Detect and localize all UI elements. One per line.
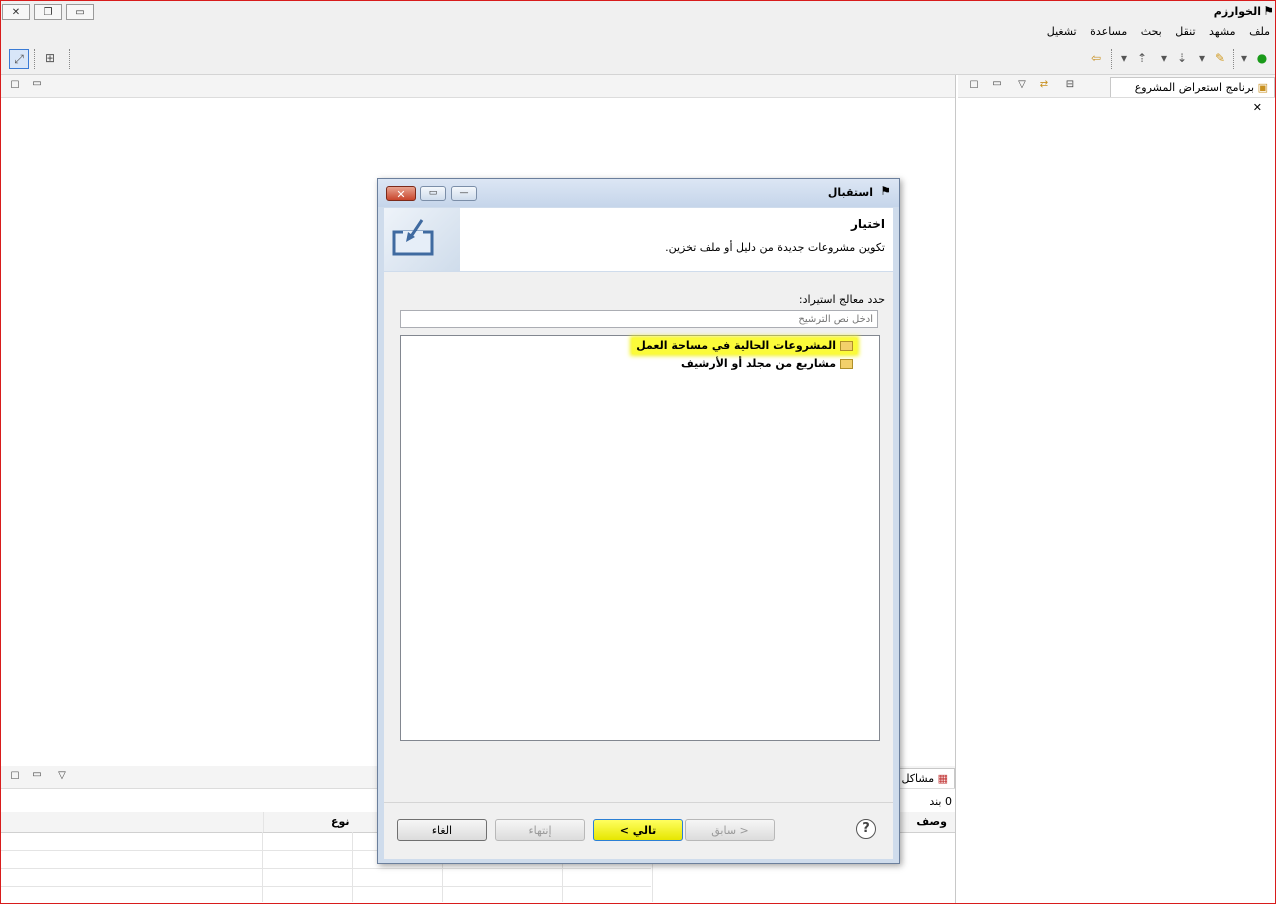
import-banner-icon [384,208,460,271]
menu-file[interactable]: ملف [1244,23,1275,40]
minimize-icon[interactable]: ▭ [31,78,43,90]
title-bar: ✕ ❐ ▭ الخوارزم ⚑ [1,1,1275,23]
previous-annotation-icon[interactable]: ⇡ [1133,49,1151,67]
view-menu-icon[interactable]: ▽ [56,770,68,782]
grid-line [1,868,651,869]
dialog-title: استقبال [827,186,873,199]
toolbar-separator [1233,49,1235,69]
maximize-icon[interactable]: ☐ [9,80,21,92]
finish-button[interactable]: إنتهاء [495,819,585,841]
window-restore-button[interactable]: ❐ [34,4,62,20]
grid-line [352,832,353,902]
run-icon[interactable]: ● [1253,49,1271,67]
previous-dropdown-icon[interactable]: ▾ [1119,49,1129,67]
tool-icon[interactable]: ✎ [1211,49,1229,67]
dialog-body: حدد معالج استيراد: المشروعات الحالية في … [384,272,893,859]
wizard-tree[interactable]: المشروعات الحالية في مساحة العمل مشاريع … [400,335,880,741]
banner-description: تكوين مشروعات جديدة من دليل أو ملف تخزين… [665,241,885,254]
folder-icon [840,359,853,369]
close-icon[interactable]: ✕ [1253,101,1262,114]
dialog-icon: ⚑ [880,184,891,198]
folder-open-icon [840,341,853,351]
grid-line [262,832,263,902]
tab-label: مشاكل [901,772,935,785]
menu-bar: ملف مشهد تنقل بحث مساعدة تشغيل [1,23,1275,41]
problems-icon: ▦ [937,772,948,785]
minimize-icon[interactable]: ▭ [31,769,43,781]
editor-area-header: ☐ ▭ [1,75,955,98]
dialog-close-button[interactable]: ✕ [386,186,416,201]
perspective-icon[interactable]: ⤢ [9,49,29,69]
toolbar-separator [1111,49,1113,69]
minimize-icon[interactable]: ▭ [991,78,1003,90]
tree-item-folder-archive[interactable]: مشاريع من مجلد أو الأرشيف [677,356,857,372]
toolbar-separator [34,49,36,69]
column-type[interactable]: نوع [331,815,350,828]
window-close-button[interactable]: ✕ [2,4,30,20]
project-explorer-header: ☐ ▭ ▽ ⇄ ⊟ ▣ برنامج استعراض المشروع ✕ [958,75,1275,114]
help-icon[interactable]: ? [856,819,876,839]
open-perspective-icon[interactable]: ⊞ [41,49,59,67]
tree-item-label: المشروعات الحالية في مساحة العمل [636,339,836,352]
view-menu-icon[interactable]: ▽ [1016,79,1028,91]
tree-item-existing-projects[interactable]: المشروعات الحالية في مساحة العمل [632,338,857,354]
window-minimize-button[interactable]: ▭ [66,4,94,20]
dialog-minimize-button[interactable]: — [451,186,477,201]
menu-run[interactable]: تشغيل [1042,23,1082,40]
problems-count: 0 بند [929,795,952,808]
filter-input[interactable] [400,310,878,328]
app-icon: ⚑ [1263,4,1274,18]
grid-line [1,886,651,887]
link-editor-icon[interactable]: ⇄ [1038,79,1050,91]
next-dropdown-icon[interactable]: ▾ [1159,49,1169,67]
import-dialog: ✕ ▭ — استقبال ⚑ اختيار تكوين مشروعات جدي… [377,178,900,864]
dialog-maximize-button[interactable]: ▭ [420,186,446,201]
folder-icon: ▣ [1257,81,1268,94]
maximize-icon[interactable]: ☐ [9,771,21,783]
tab-project-explorer[interactable]: ▣ برنامج استعراض المشروع ✕ [1110,77,1275,114]
menu-navigate[interactable]: تنقل [1170,23,1200,40]
wizard-select-label: حدد معالج استيراد: [798,293,885,306]
toolbar-separator [69,49,71,69]
tab-problems[interactable]: ▦ مشاكل [891,768,955,788]
menu-search[interactable]: بحث [1136,23,1167,40]
dialog-banner: اختيار تكوين مشروعات جديدة من دليل أو مل… [384,208,893,271]
app-title: الخوارزم [1213,5,1261,18]
tool-dropdown-icon[interactable]: ▾ [1197,49,1207,67]
menu-view[interactable]: مشهد [1204,23,1241,40]
toolbar: ⤢ ⊞ ● ▾ ✎ ▾ ⇣ ▾ ⇡ ▾ ⇦ [1,41,1275,75]
collapse-all-icon[interactable]: ⊟ [1064,79,1076,91]
menu-help[interactable]: مساعدة [1085,23,1132,40]
tree-item-label: مشاريع من مجلد أو الأرشيف [680,357,836,370]
maximize-icon[interactable]: ☐ [968,80,980,92]
button-bar-divider [384,802,893,803]
banner-heading: اختيار [851,217,885,231]
column-divider [263,812,264,832]
cancel-button[interactable]: الغاء [397,819,487,841]
tab-label: برنامج استعراض المشروع [1134,81,1255,94]
back-icon[interactable]: ⇦ [1087,49,1105,67]
next-button[interactable]: تالي > [593,819,683,841]
panel-divider [955,75,956,903]
back-button[interactable]: < سابق [685,819,775,841]
dialog-title-bar: ✕ ▭ — استقبال ⚑ [378,179,899,207]
column-description[interactable]: وصف [916,815,947,828]
next-annotation-icon[interactable]: ⇣ [1173,49,1191,67]
run-dropdown-icon[interactable]: ▾ [1239,49,1249,67]
